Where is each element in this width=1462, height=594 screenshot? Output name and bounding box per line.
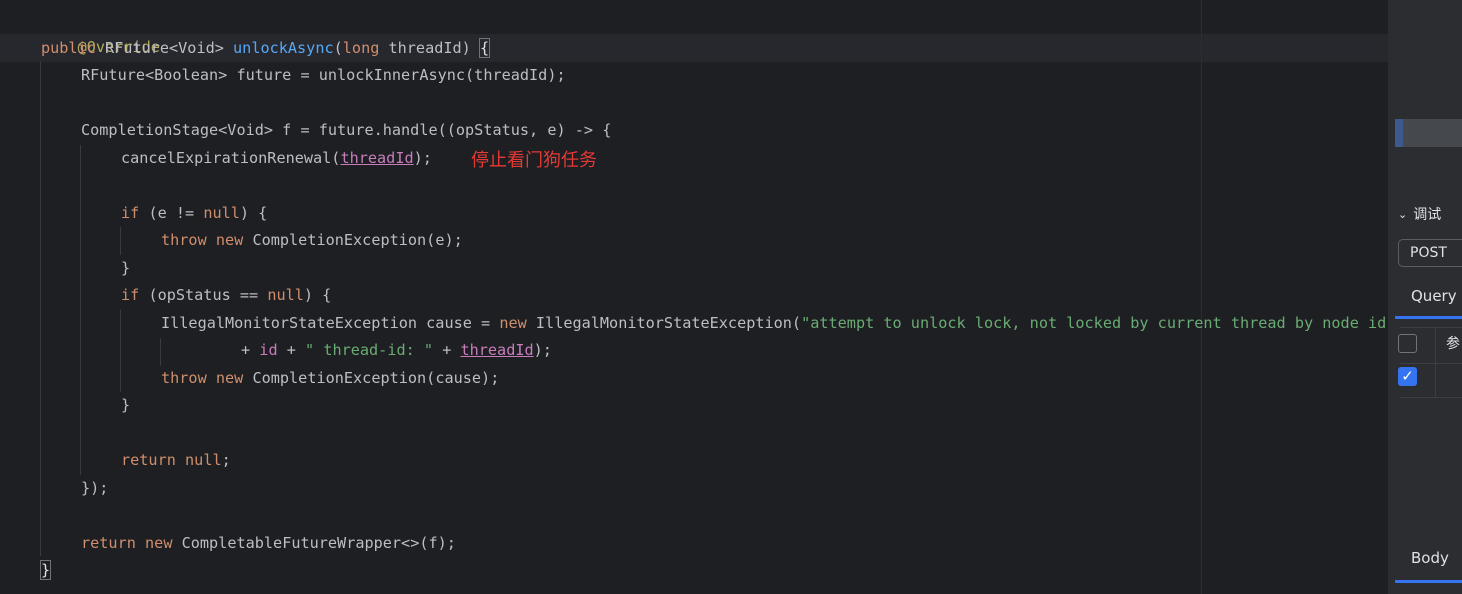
- selected-list-item[interactable]: [1395, 119, 1462, 147]
- string-token: "attempt to unlock lock, not locked by c…: [801, 314, 1388, 332]
- code-line-10[interactable]: }: [121, 255, 130, 282]
- keyword-token: long: [342, 39, 380, 57]
- code-line-8[interactable]: if (e != null) {: [121, 200, 267, 227]
- code-token: );: [413, 149, 432, 167]
- code-token: RFuture<Boolean> future = unlockInnerAsy…: [81, 66, 566, 84]
- keyword-token: new: [215, 369, 244, 387]
- code-line-15[interactable]: }: [121, 392, 130, 419]
- http-method-value: POST: [1410, 245, 1447, 261]
- tab-body[interactable]: Body: [1395, 547, 1462, 583]
- code-line-21[interactable]: }: [39, 557, 52, 584]
- code-line-2[interactable]: public RFuture<Void> unlockAsync(long th…: [41, 35, 491, 62]
- code-line-11[interactable]: if (opStatus == null) {: [121, 282, 331, 309]
- tab-query[interactable]: Query: [1395, 285, 1462, 319]
- indent-guide: [40, 62, 41, 556]
- code-line-3[interactable]: RFuture<Boolean> future = unlockInnerAsy…: [81, 62, 566, 89]
- keyword-token: if: [121, 204, 140, 222]
- code-token: CompletionException(e);: [243, 231, 463, 249]
- debug-section-label: 调试: [1413, 207, 1442, 223]
- tab-query-label: Query: [1411, 287, 1457, 305]
- keyword-token: if: [121, 286, 140, 304]
- code-token: ) {: [303, 286, 332, 304]
- code-token: IllegalMonitorStateException cause =: [161, 314, 500, 332]
- keyword-token: new: [215, 231, 244, 249]
- code-token: });: [81, 479, 109, 497]
- code-token: RFuture<Void>: [95, 39, 234, 57]
- code-line-17[interactable]: return null;: [121, 447, 231, 474]
- field-token: id: [259, 341, 278, 359]
- keyword-token: null: [185, 451, 222, 469]
- chevron-down-icon: ⌄: [1398, 207, 1408, 221]
- code-token: ;: [221, 451, 231, 469]
- debug-section-header[interactable]: ⌄ 调试: [1398, 204, 1441, 224]
- code-line-14[interactable]: throw new CompletionException(cause);: [161, 365, 499, 392]
- code-token: CompletionStage<Void> f = future.handle(…: [81, 121, 612, 139]
- code-token: (opStatus ==: [139, 286, 268, 304]
- keyword-token: return: [81, 534, 136, 552]
- keyword-token: null: [203, 204, 240, 222]
- method-name-token: unlockAsync: [233, 39, 334, 57]
- keyword-token: new: [499, 314, 527, 332]
- code-line-6[interactable]: cancelExpirationRenewal(threadId);: [121, 145, 432, 172]
- code-token: +: [433, 341, 461, 359]
- parameter-token: threadId: [340, 149, 414, 167]
- keyword-token: null: [267, 286, 304, 304]
- right-margin-guide: [1201, 0, 1202, 594]
- keyword-token: throw: [161, 231, 207, 249]
- code-token: (e !=: [139, 204, 204, 222]
- matched-brace: {: [478, 38, 491, 58]
- code-line-9[interactable]: throw new CompletionException(e);: [161, 227, 463, 254]
- code-line-5[interactable]: CompletionStage<Void> f = future.handle(…: [81, 117, 611, 144]
- row-enabled-checkbox[interactable]: ✓: [1398, 367, 1417, 386]
- matched-brace: }: [39, 560, 52, 580]
- red-annotation-note: 停止看门狗任务: [471, 150, 597, 171]
- code-token: IllegalMonitorStateException(: [526, 314, 802, 332]
- indent-guide: [120, 310, 121, 392]
- code-line-18[interactable]: });: [81, 475, 108, 502]
- code-line-13[interactable]: + id + " thread-id: " + threadId);: [241, 337, 552, 364]
- code-token: }: [121, 396, 131, 414]
- keyword-token: return: [121, 451, 176, 469]
- keyword-token: new: [145, 534, 173, 552]
- code-token: cancelExpirationRenewal(: [121, 149, 341, 167]
- code-token: CompletionException(cause);: [243, 369, 500, 387]
- code-token: }: [121, 259, 131, 277]
- code-token: (: [333, 39, 343, 57]
- parameter-token: threadId: [460, 341, 534, 359]
- selection-accent-bar: [1395, 119, 1403, 147]
- keyword-token: throw: [161, 369, 207, 387]
- param-table-column-divider: [1435, 327, 1436, 397]
- api-debug-panel: ⌄ 调试 POST Query ✓ 参 Body: [1388, 0, 1462, 594]
- code-token: threadId): [379, 39, 480, 57]
- code-line-12[interactable]: IllegalMonitorStateException cause = new…: [161, 310, 1388, 337]
- string-token: " thread-id: ": [305, 341, 434, 359]
- code-token: ) {: [239, 204, 268, 222]
- indent-guide: [120, 227, 121, 255]
- code-token: +: [241, 341, 260, 359]
- http-method-select[interactable]: POST: [1398, 239, 1462, 267]
- code-line-1[interactable]: @Override: [41, 7, 160, 56]
- select-all-checkbox[interactable]: [1398, 334, 1417, 353]
- code-token: +: [277, 341, 306, 359]
- indent-guide: [160, 338, 161, 366]
- checkmark-icon: ✓: [1401, 367, 1414, 385]
- param-column-header: 参: [1446, 336, 1460, 352]
- code-token: CompletableFutureWrapper<>(f);: [172, 534, 456, 552]
- code-line-20[interactable]: return new CompletableFutureWrapper<>(f)…: [81, 530, 456, 557]
- indent-guide: [80, 145, 81, 475]
- code-editor[interactable]: @Override public RFuture<Void> unlockAsy…: [0, 0, 1388, 594]
- keyword-token: public: [41, 39, 96, 57]
- tab-body-label: Body: [1411, 549, 1449, 567]
- code-token: );: [533, 341, 552, 359]
